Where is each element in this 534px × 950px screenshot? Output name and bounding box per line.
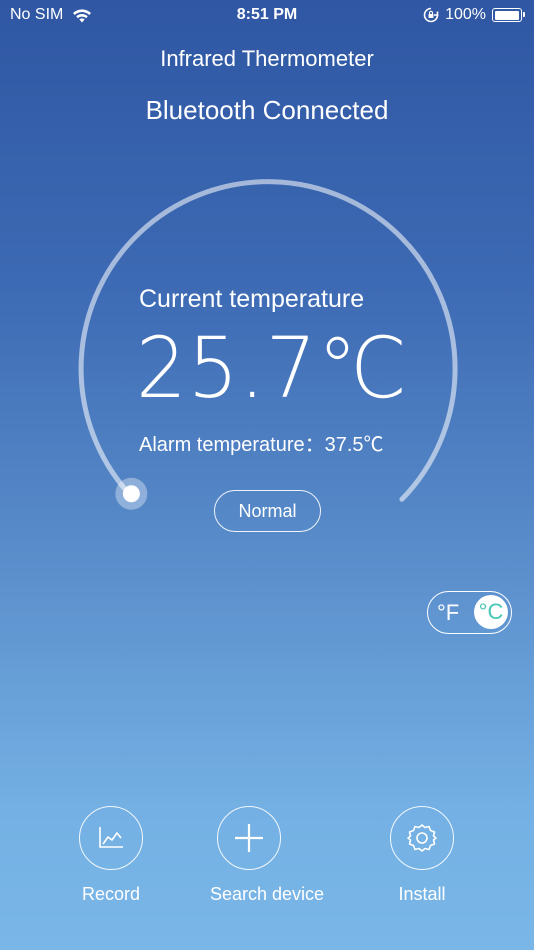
status-badge: Normal [214, 490, 321, 532]
current-temperature-value: 25.7℃ [136, 319, 409, 417]
search-device-button[interactable] [217, 806, 281, 870]
gear-icon [407, 824, 437, 852]
plus-icon [235, 824, 263, 852]
current-temperature-label: Current temperature [139, 285, 365, 313]
install-label[interactable]: Install [342, 884, 502, 905]
gauge-indicator [122, 485, 140, 503]
record-label[interactable]: Record [31, 884, 191, 905]
chart-icon [99, 827, 123, 848]
unit-toggle[interactable]: °F °C [427, 591, 512, 634]
celsius-option[interactable]: °C [474, 595, 508, 629]
alarm-temperature: Alarm temperature：37.5℃ [139, 434, 384, 456]
record-button[interactable] [79, 806, 143, 870]
temperature-gauge [78, 179, 458, 510]
fahrenheit-option[interactable]: °F [437, 600, 459, 626]
install-button[interactable] [390, 806, 454, 870]
search-device-label[interactable]: Search device [187, 884, 347, 905]
